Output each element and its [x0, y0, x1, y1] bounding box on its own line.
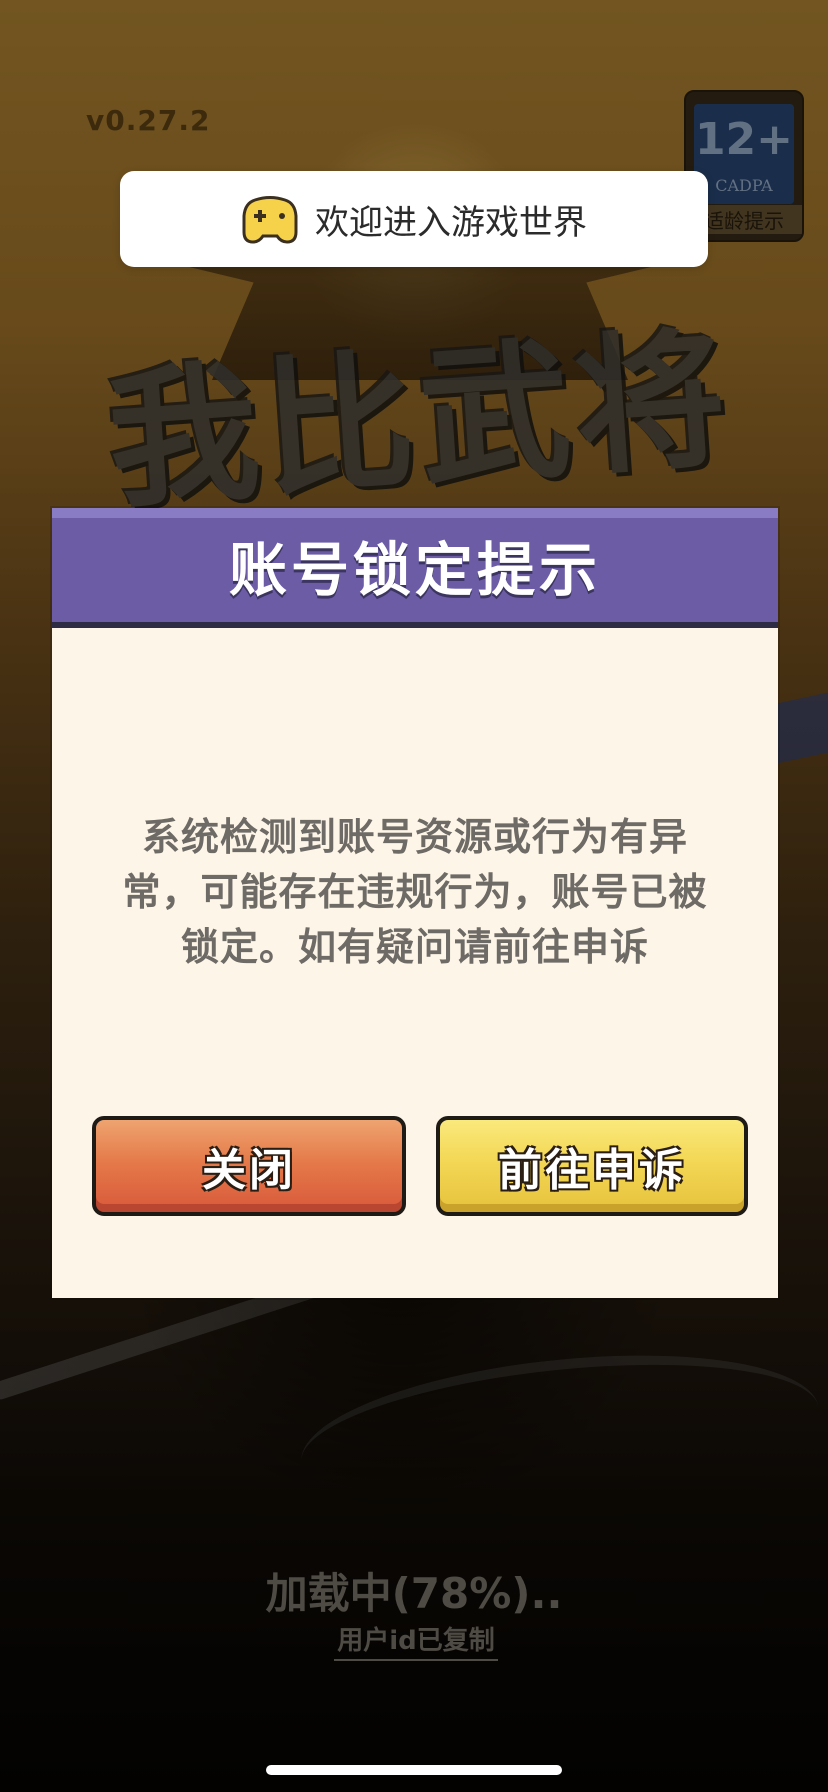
user-id-copied-link[interactable]: 用户id已复制 — [334, 1620, 498, 1661]
welcome-toast-text: 欢迎进入游戏世界 — [315, 202, 587, 243]
appeal-button[interactable]: 前往申诉 — [436, 1116, 748, 1216]
dialog-header: 账号锁定提示 — [52, 508, 778, 628]
account-locked-dialog: 账号锁定提示 系统检测到账号资源或行为有异常，可能存在违规行为，账号已被锁定。如… — [52, 508, 778, 1298]
dialog-message: 系统检测到账号资源或行为有异常，可能存在违规行为，账号已被锁定。如有疑问请前往申… — [122, 815, 708, 969]
welcome-toast: 欢迎进入游戏世界 — [120, 171, 708, 267]
game-screen: v0.27.2 12+ CADPA 适龄提示 我比武将牛 欢迎进入游戏世界 账号… — [0, 0, 828, 1792]
loading-progress-text: 加载中(78%).. — [265, 1569, 563, 1618]
gamepad-icon — [242, 196, 298, 244]
dialog-title: 账号锁定提示 — [228, 536, 601, 604]
close-button[interactable]: 关闭 — [92, 1116, 406, 1216]
home-indicator[interactable] — [266, 1765, 562, 1775]
